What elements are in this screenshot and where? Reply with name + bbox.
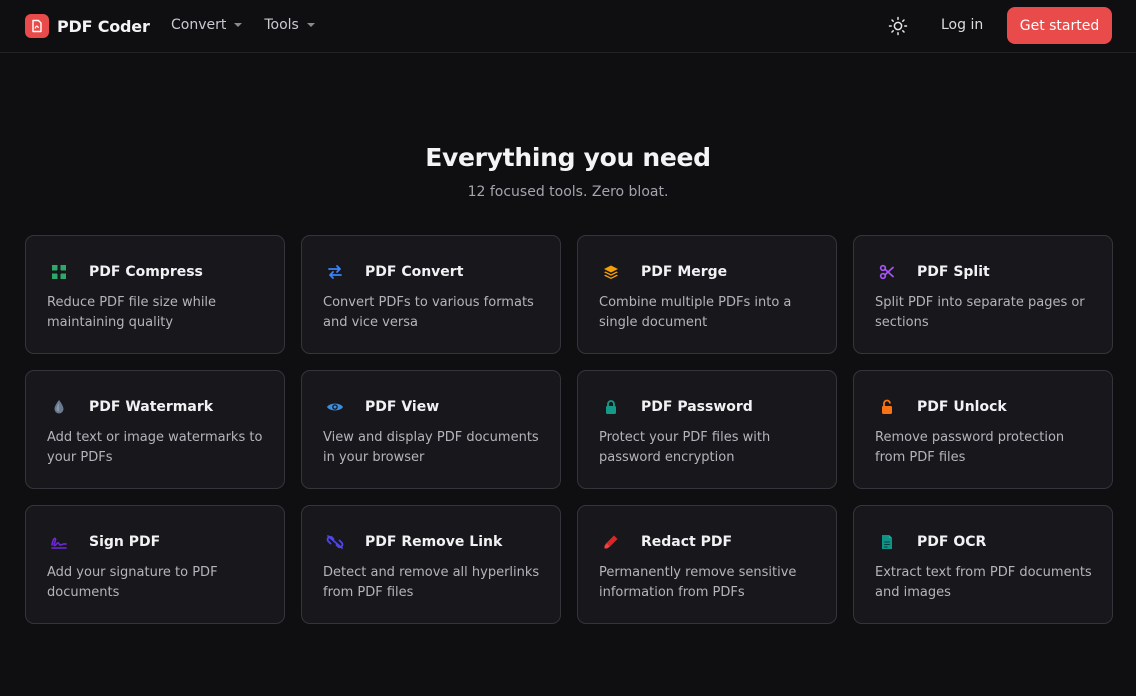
tool-title: PDF Merge — [641, 264, 728, 280]
chevron-down-icon — [234, 23, 243, 27]
tools-grid: PDF Compress Reduce PDF file size while … — [25, 235, 1113, 624]
tool-description: Reduce PDF file size while maintaining q… — [47, 295, 217, 330]
nav-tools-dropdown[interactable]: Tools — [264, 17, 315, 33]
tool-description: View and display PDF documents in your b… — [323, 430, 539, 465]
tool-description: Add your signature to PDF documents — [47, 565, 218, 600]
tool-title: PDF View — [365, 399, 440, 415]
nav-convert-dropdown[interactable]: Convert — [171, 17, 243, 33]
tool-description: Permanently remove sensitive information… — [599, 565, 797, 600]
eye-icon — [323, 395, 347, 419]
signature-icon — [47, 530, 71, 554]
tool-title: Redact PDF — [641, 534, 733, 550]
top-navbar: PDF Coder Convert Tools Log in Get start… — [0, 0, 1136, 53]
tool-card-redact[interactable]: Redact PDF Permanently remove sensitive … — [577, 505, 837, 624]
tool-description: Combine multiple PDFs into a single docu… — [599, 295, 792, 330]
tool-title: PDF OCR — [917, 534, 987, 550]
get-started-button[interactable]: Get started — [1007, 7, 1112, 44]
unlock-icon — [875, 395, 899, 419]
sun-icon — [888, 16, 908, 36]
tool-card-sign[interactable]: Sign PDF Add your signature to PDF docum… — [25, 505, 285, 624]
marker-icon — [599, 530, 623, 554]
tool-card-convert[interactable]: PDF Convert Convert PDFs to various form… — [301, 235, 561, 354]
tool-title: PDF Split — [917, 264, 990, 280]
brand-logo[interactable]: PDF Coder — [25, 14, 150, 38]
tool-card-unlock[interactable]: PDF Unlock Remove password protection fr… — [853, 370, 1113, 489]
theme-toggle-button[interactable] — [884, 12, 912, 40]
nav-convert-label: Convert — [171, 17, 227, 33]
tool-card-view[interactable]: PDF View View and display PDF documents … — [301, 370, 561, 489]
tool-description: Remove password protection from PDF file… — [875, 430, 1065, 465]
chevron-down-icon — [306, 23, 315, 27]
tool-card-merge[interactable]: PDF Merge Combine multiple PDFs into a s… — [577, 235, 837, 354]
tool-card-watermark[interactable]: PDF Watermark Add text or image watermar… — [25, 370, 285, 489]
tool-title: PDF Password — [641, 399, 753, 415]
unlink-icon — [323, 530, 347, 554]
scissors-icon — [875, 260, 899, 284]
compress-icon — [47, 260, 71, 284]
document-text-icon — [875, 530, 899, 554]
tool-title: PDF Watermark — [89, 399, 214, 415]
tool-description: Convert PDFs to various formats and vice… — [323, 295, 534, 330]
login-link[interactable]: Log in — [941, 17, 983, 33]
tool-description: Split PDF into separate pages or section… — [875, 295, 1085, 330]
layers-icon — [599, 260, 623, 284]
lock-icon — [599, 395, 623, 419]
tool-description: Protect your PDF files with password enc… — [599, 430, 771, 465]
pdf-file-icon — [25, 14, 49, 38]
tool-title: PDF Unlock — [917, 399, 1007, 415]
section-title: Everything you need — [425, 143, 711, 172]
tool-title: PDF Compress — [89, 264, 203, 280]
tool-title: Sign PDF — [89, 534, 161, 550]
tool-card-compress[interactable]: PDF Compress Reduce PDF file size while … — [25, 235, 285, 354]
brand-name: PDF Coder — [57, 16, 150, 36]
tool-description: Detect and remove all hyperlinks from PD… — [323, 565, 540, 600]
droplet-icon — [47, 395, 71, 419]
convert-arrows-icon — [323, 260, 347, 284]
tool-description: Extract text from PDF documents and imag… — [875, 565, 1092, 600]
tool-description: Add text or image watermarks to your PDF… — [47, 430, 263, 465]
tool-card-remove-link[interactable]: PDF Remove Link Detect and remove all hy… — [301, 505, 561, 624]
nav-tools-label: Tools — [264, 17, 299, 33]
section-subtitle: 12 focused tools. Zero bloat. — [467, 184, 669, 200]
tool-card-ocr[interactable]: PDF OCR Extract text from PDF documents … — [853, 505, 1113, 624]
tool-card-split[interactable]: PDF Split Split PDF into separate pages … — [853, 235, 1113, 354]
main-nav: Convert Tools — [171, 17, 337, 33]
tool-title: PDF Convert — [365, 264, 464, 280]
tool-title: PDF Remove Link — [365, 534, 503, 550]
tool-card-password[interactable]: PDF Password Protect your PDF files with… — [577, 370, 837, 489]
